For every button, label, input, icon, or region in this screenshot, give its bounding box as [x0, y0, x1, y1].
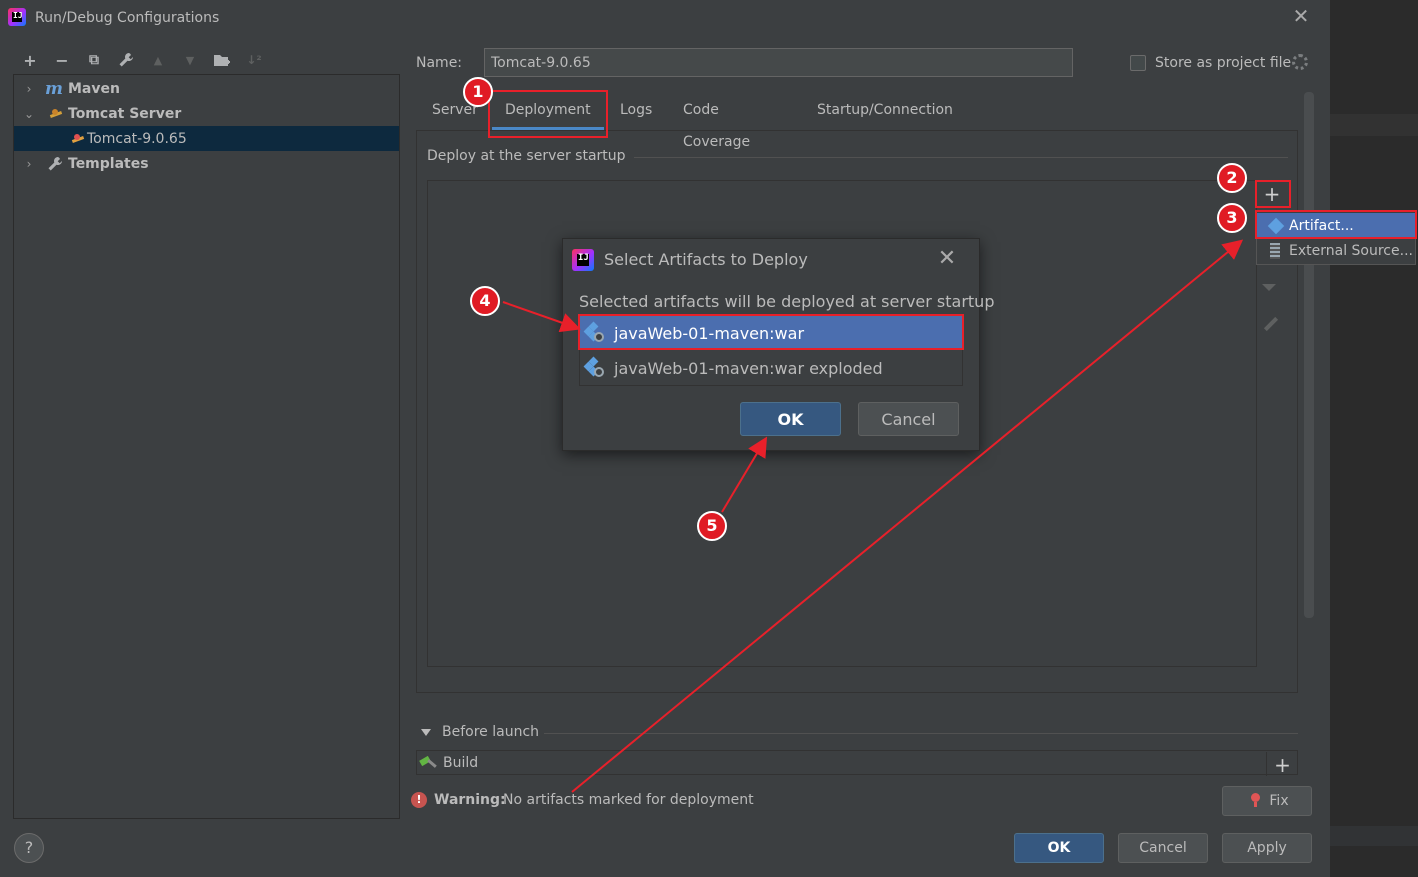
annotation-badge-3: 3: [1217, 203, 1247, 233]
wrench-icon: [48, 156, 62, 170]
gear-icon[interactable]: [1292, 54, 1308, 70]
external-source-icon: [1270, 242, 1280, 259]
before-launch-list[interactable]: [416, 750, 1298, 775]
deploy-group-title: Deploy at the server startup: [427, 148, 634, 164]
copy-config-button[interactable]: ⧉: [78, 48, 110, 72]
menu-item-artifact[interactable]: Artifact...: [1257, 213, 1415, 238]
tomcat-icon: [48, 107, 64, 121]
tree-item-maven[interactable]: › m Maven: [14, 76, 399, 101]
name-label: Name:: [416, 55, 463, 71]
dialog-cancel-button[interactable]: Cancel: [858, 402, 959, 436]
collapse-triangle-icon[interactable]: [421, 729, 431, 736]
scrollbar[interactable]: [1304, 92, 1314, 618]
sort-icon: ↓²: [246, 53, 262, 67]
lightbulb-icon: [1250, 793, 1260, 807]
copy-icon: ⧉: [89, 52, 99, 68]
before-launch-divider: [544, 733, 1298, 734]
dialog-title: Select Artifacts to Deploy: [604, 250, 808, 269]
artifact-item-war-exploded[interactable]: javaWeb-01-maven:war exploded: [580, 351, 962, 385]
tree-item-label: Maven: [68, 80, 120, 97]
annotation-badge-5: 5: [697, 511, 727, 541]
tab-code-coverage[interactable]: Code Coverage: [683, 94, 750, 150]
war-artifact-icon: [583, 356, 605, 378]
maven-icon: m: [45, 78, 63, 99]
annotation-badge-4: 4: [470, 286, 500, 316]
edit-templates-button[interactable]: [110, 48, 142, 72]
annotation-badge-1: 1: [463, 77, 493, 107]
tomcat-config-icon: [70, 132, 86, 146]
store-as-project-checkbox[interactable]: [1130, 55, 1146, 71]
tree-item-tomcat-server[interactable]: ⌄ Tomcat Server: [14, 101, 399, 126]
add-deployment-button[interactable]: +: [1256, 180, 1288, 208]
tree-item-label: Tomcat-9.0.65: [87, 130, 187, 147]
artifact-item-label: javaWeb-01-maven:war exploded: [614, 358, 883, 378]
add-config-button[interactable]: +: [14, 48, 46, 72]
sort-button[interactable]: ↓²: [238, 48, 270, 72]
chevron-right-icon[interactable]: ›: [22, 157, 36, 171]
war-artifact-icon: [583, 321, 605, 343]
window-title: Run/Debug Configurations: [35, 10, 220, 26]
menu-item-label: External Source...: [1289, 242, 1413, 259]
tree-item-label: Templates: [68, 155, 149, 172]
wrench-icon: [119, 53, 133, 67]
config-tree: › m Maven ⌄ Tomcat Server Tomcat-9.0.65 …: [13, 74, 400, 819]
move-down-icon[interactable]: [1262, 284, 1276, 291]
dialog-ok-button[interactable]: OK: [740, 402, 841, 436]
ide-editor-strip: [1330, 114, 1418, 136]
close-icon[interactable]: ✕: [1291, 6, 1311, 26]
intellij-app-icon: IJ: [8, 8, 26, 26]
arrow-up-icon: ▲: [153, 53, 163, 67]
chevron-right-icon[interactable]: ›: [22, 82, 36, 96]
group-divider: [618, 157, 1288, 158]
move-up-button[interactable]: ▲: [142, 48, 174, 72]
artifact-item-war[interactable]: javaWeb-01-maven:war: [580, 316, 962, 350]
help-button[interactable]: ?: [14, 833, 44, 863]
chevron-down-icon[interactable]: ⌄: [22, 107, 36, 121]
menu-item-external-source[interactable]: External Source...: [1257, 238, 1415, 263]
ide-status-strip: [1330, 826, 1418, 846]
title-bar: IJ Run/Debug Configurations ✕: [0, 0, 1330, 36]
remove-config-button[interactable]: −: [46, 48, 78, 72]
tab-deployment[interactable]: Deployment: [492, 94, 604, 130]
artifact-item-label: javaWeb-01-maven:war: [614, 323, 805, 343]
error-icon: !: [411, 792, 427, 808]
ide-background: [1330, 0, 1418, 877]
tree-item-label: Tomcat Server: [68, 105, 182, 122]
annotation-badge-2: 2: [1217, 163, 1247, 193]
add-deployment-popup: Artifact... External Source...: [1256, 211, 1416, 265]
before-launch-title[interactable]: Before launch: [442, 724, 539, 740]
fix-button[interactable]: Fix: [1222, 786, 1312, 816]
add-before-launch-button[interactable]: +: [1266, 752, 1298, 777]
hammer-icon: [420, 756, 436, 768]
arrow-down-icon: ▼: [185, 53, 195, 67]
move-down-button[interactable]: ▼: [174, 48, 206, 72]
intellij-app-icon: IJ: [572, 249, 594, 271]
warning-text: No artifacts marked for deployment: [503, 792, 754, 808]
config-toolbar: + − ⧉ ▲ ▼ ↓²: [14, 48, 270, 72]
store-as-project-label: Store as project file: [1155, 55, 1292, 71]
tab-logs[interactable]: Logs: [620, 94, 652, 130]
dialog-description: Selected artifacts will be deployed at s…: [579, 292, 995, 311]
build-task-label: Build: [443, 755, 479, 771]
apply-button[interactable]: Apply: [1222, 833, 1312, 863]
folder-icon: [214, 55, 230, 66]
fix-button-label: Fix: [1269, 793, 1289, 809]
name-input[interactable]: [484, 48, 1073, 77]
artifact-icon: [1267, 217, 1285, 234]
cancel-button[interactable]: Cancel: [1118, 833, 1208, 863]
tree-item-templates[interactable]: › Templates: [14, 151, 399, 176]
tab-startup-connection[interactable]: Startup/Connection: [817, 94, 953, 130]
menu-item-label: Artifact...: [1289, 217, 1354, 234]
move-into-folder-button[interactable]: [206, 48, 238, 72]
warning-label: Warning:: [434, 792, 506, 808]
ok-button[interactable]: OK: [1014, 833, 1104, 863]
close-icon[interactable]: ✕: [936, 248, 958, 270]
tree-item-tomcat-config[interactable]: Tomcat-9.0.65: [14, 126, 399, 151]
